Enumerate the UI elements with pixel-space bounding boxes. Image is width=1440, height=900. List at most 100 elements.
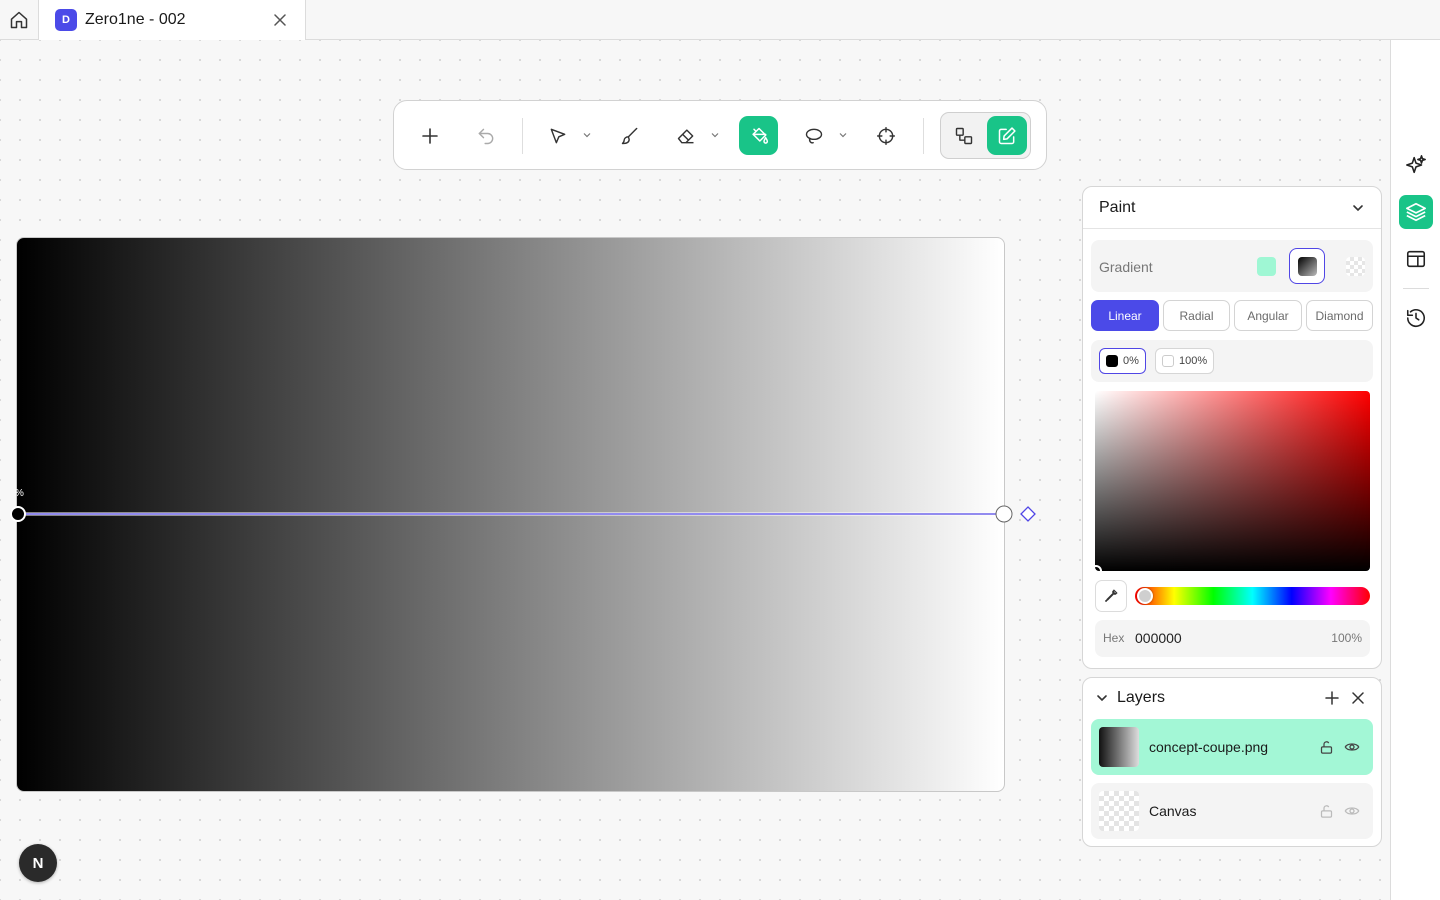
gradient-stop-1[interactable]: 100% [1155, 348, 1215, 374]
layer-visibility-toggle[interactable] [1339, 734, 1365, 760]
shapes-icon [955, 127, 973, 144]
gradient-swatch-preview [1297, 256, 1317, 276]
home-icon [10, 11, 28, 29]
layer-lock-toggle[interactable] [1313, 798, 1339, 824]
shapes-mode-button[interactable] [945, 116, 983, 155]
tab-close-button[interactable] [271, 11, 289, 29]
hex-label: Hex [1103, 631, 1125, 645]
layout-icon [1406, 250, 1426, 268]
chevron-down-icon[interactable] [583, 131, 591, 139]
layers-icon [1406, 202, 1426, 222]
eyedropper-icon [1105, 589, 1118, 602]
close-icon [274, 14, 286, 26]
gradient-start-handle[interactable] [10, 506, 26, 522]
brush-tool-button[interactable] [612, 116, 648, 155]
gradient-type-linear[interactable]: Linear [1091, 300, 1159, 331]
hue-slider-thumb[interactable] [1137, 588, 1153, 604]
layer-name: concept-coupe.png [1149, 739, 1269, 755]
undo-icon [478, 128, 494, 144]
history-icon [1406, 309, 1426, 327]
close-layers-button[interactable] [1345, 685, 1371, 711]
layer-row-canvas[interactable]: Canvas [1091, 783, 1373, 839]
paint-panel-header[interactable]: Paint [1083, 187, 1381, 229]
layer-thumbnail [1099, 727, 1139, 767]
close-icon [1352, 692, 1364, 704]
gradient-fill-swatch[interactable] [1289, 248, 1325, 284]
toolbar-divider [522, 118, 523, 154]
chevron-down-icon[interactable] [711, 131, 719, 139]
color-picker-handle[interactable] [1090, 565, 1102, 577]
tab-bar: D Zero1ne - 002 [0, 0, 1440, 40]
eraser-icon [677, 128, 694, 143]
fill-type-label: Gradient [1099, 259, 1153, 275]
gradient-width-handle[interactable] [1020, 506, 1036, 522]
layers-panel-header: Layers [1083, 678, 1383, 718]
history-rail-button[interactable] [1399, 301, 1433, 335]
layers-panel: Layers concept-coupe.png Canvas [1082, 677, 1382, 847]
paint-bucket-icon [751, 127, 768, 144]
layer-lock-toggle[interactable] [1313, 734, 1339, 760]
toolbar-divider [923, 118, 924, 154]
user-avatar[interactable]: N [19, 844, 57, 882]
chevron-down-icon[interactable] [1095, 691, 1109, 705]
stop-position-label: 0% [1123, 355, 1139, 367]
layer-visibility-toggle[interactable] [1339, 798, 1365, 824]
stop-position-label: 100% [1179, 355, 1208, 367]
gradient-handle-line[interactable] [0, 480, 1050, 540]
ai-sparkle-button[interactable] [1399, 148, 1433, 182]
gradient-stop-0[interactable]: 0% [1099, 348, 1146, 374]
layers-rail-button[interactable] [1399, 195, 1433, 229]
gradient-type-diamond[interactable]: Diamond [1306, 300, 1373, 331]
rail-divider [1403, 288, 1429, 289]
layer-row-concept-coupe[interactable]: concept-coupe.png [1091, 719, 1373, 775]
saturation-value-picker[interactable] [1090, 391, 1370, 577]
layout-rail-button[interactable] [1399, 242, 1433, 276]
lasso-icon [805, 128, 823, 144]
edit-icon [998, 126, 1016, 144]
image-fill-swatch[interactable] [1346, 257, 1365, 276]
fill-type-row: Gradient [1091, 240, 1373, 292]
gradient-end-handle[interactable] [995, 505, 1013, 523]
main-toolbar [393, 100, 1047, 170]
paint-panel-title: Paint [1099, 198, 1136, 216]
eraser-tool-button[interactable] [668, 116, 704, 155]
add-button[interactable] [412, 116, 448, 155]
layer-thumbnail [1099, 791, 1139, 831]
hex-input[interactable]: 000000 [1135, 630, 1182, 646]
solid-fill-swatch[interactable] [1257, 257, 1276, 276]
right-rail [1390, 40, 1440, 900]
eye-icon [1344, 807, 1360, 815]
document-tab[interactable]: D Zero1ne - 002 [39, 0, 306, 40]
add-icon [422, 127, 438, 144]
add-icon [1325, 691, 1339, 705]
alpha-input[interactable]: 100% [1331, 631, 1362, 645]
paint-panel: Paint Gradient Linear Radial Angular Dia… [1082, 186, 1382, 669]
brush-icon [621, 127, 638, 144]
tab-title: Zero1ne - 002 [85, 11, 186, 28]
hue-slider[interactable] [1135, 587, 1370, 605]
sparkle-icon [1406, 155, 1426, 174]
unlock-icon [1320, 804, 1332, 818]
crosshair-tool-button[interactable] [868, 116, 904, 155]
edit-mode-button[interactable] [987, 116, 1027, 155]
hex-input-row: Hex 000000 100% [1095, 620, 1370, 657]
eye-icon [1344, 743, 1360, 751]
gradient-type-radial[interactable]: Radial [1163, 300, 1230, 331]
lasso-tool-button[interactable] [796, 116, 832, 155]
gradient-type-angular[interactable]: Angular [1234, 300, 1302, 331]
mode-toggle-group [940, 112, 1031, 159]
add-layer-button[interactable] [1319, 685, 1345, 711]
pointer-tool-button[interactable] [540, 116, 576, 155]
gradient-stops-row: 0% 100% [1091, 340, 1373, 382]
layer-name: Canvas [1149, 803, 1197, 819]
eyedropper-button[interactable] [1095, 580, 1127, 612]
undo-button[interactable] [468, 116, 504, 155]
unlock-icon [1320, 740, 1332, 754]
chevron-down-icon[interactable] [1351, 201, 1365, 215]
home-button[interactable] [0, 0, 39, 40]
chevron-down-icon[interactable] [839, 131, 847, 139]
paint-bucket-tool-button[interactable] [739, 116, 778, 155]
stop-color-dot [1106, 355, 1118, 367]
crosshair-icon [876, 126, 896, 145]
stop-color-dot [1162, 355, 1174, 367]
